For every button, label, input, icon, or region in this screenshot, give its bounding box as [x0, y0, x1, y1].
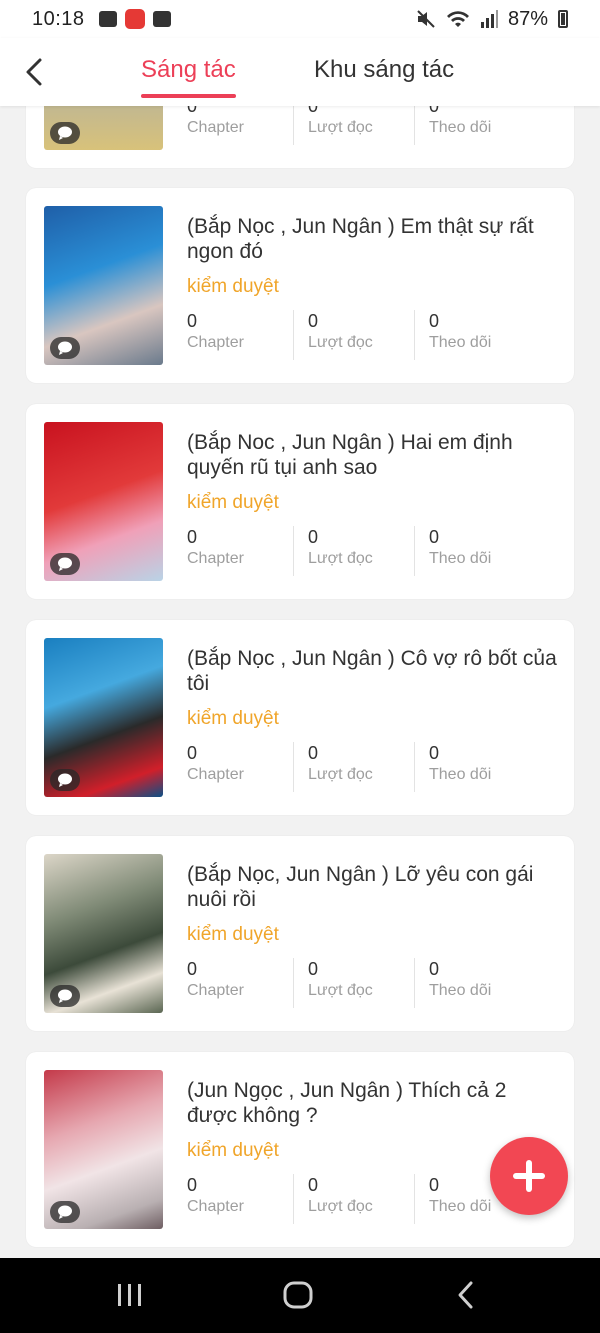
system-nav-bar: [0, 1258, 600, 1333]
plus-icon: [513, 1160, 545, 1192]
read-label: Lượt đọc: [308, 550, 373, 567]
comment-icon: [58, 126, 72, 140]
chapter-count: 0: [187, 1175, 198, 1195]
story-title: (Bắp Nọc, Jun Ngân ) Lỡ yêu con gái nuôi…: [187, 863, 534, 911]
story-card[interactable]: (Bắp Noc , Jun Ngân ) Hai em định quyến …: [26, 404, 574, 599]
story-cover: [44, 422, 163, 581]
battery-percent: 87%: [507, 7, 548, 30]
tab-khu-sang-tac[interactable]: Khu sáng tác: [314, 56, 454, 84]
story-stats: 0 Chapter 0 Lượt đọc 0 Theo dõi: [187, 106, 557, 145]
image-notification-icon: [98, 11, 117, 27]
story-cover: [44, 638, 163, 797]
comment-badge: [50, 553, 80, 575]
read-count: 0: [308, 106, 319, 116]
follow-label: Theo dõi: [429, 119, 492, 136]
story-cover: [44, 1070, 163, 1229]
home-button[interactable]: [282, 1280, 314, 1315]
read-count: 0: [308, 959, 319, 979]
system-back-button[interactable]: [454, 1280, 478, 1315]
chapter-count: 0: [187, 527, 198, 547]
story-cover: [44, 206, 163, 365]
follow-label: Theo dõi: [429, 766, 492, 783]
chapter-label: Chapter: [187, 119, 244, 136]
comment-badge: [50, 985, 80, 1007]
tab-sang-tac[interactable]: Sáng tác: [141, 56, 236, 98]
comment-icon: [58, 989, 72, 1003]
comment-icon: [58, 557, 72, 571]
story-status: kiểm duyệt: [187, 276, 279, 297]
back-arrow-icon: [458, 1281, 473, 1309]
read-count: 0: [308, 527, 319, 547]
signal-icon: [480, 10, 498, 28]
story-stats: 0 Chapter 0 Lượt đọc 0 Theo dõi: [187, 526, 557, 576]
story-title: (Bắp Nọc , Jun Ngân ) Cô vợ rô bốt của t…: [187, 647, 557, 695]
story-card[interactable]: (Bắp Nọc, Jun Ngân ) Lỡ yêu con gái nuôi…: [26, 836, 574, 1031]
story-title: (Jun Ngọc , Jun Ngân ) Thích cả 2 được k…: [187, 1079, 507, 1127]
mute-icon: [417, 10, 435, 28]
comment-badge: [50, 769, 80, 791]
story-card[interactable]: (Bắp Nọc , Jun Ngân ) Em thật sự rất ngo…: [26, 188, 574, 383]
read-count: 0: [308, 743, 319, 763]
comment-badge: [50, 337, 80, 359]
chapter-label: Chapter: [187, 982, 244, 999]
story-stats: 0 Chapter 0 Lượt đọc 0 Theo dõi: [187, 310, 557, 360]
story-card[interactable]: (Bắp Nọc , Jun Ngân ) Cô vợ rô bốt của t…: [26, 620, 574, 815]
status-time: 10:18: [32, 7, 85, 30]
read-label: Lượt đọc: [308, 982, 373, 999]
story-stats: 0 Chapter 0 Lượt đọc 0 Theo dõi: [187, 742, 557, 792]
comment-icon: [58, 341, 72, 355]
story-status: kiểm duyệt: [187, 708, 279, 729]
story-card[interactable]: (Jun Ngọc , Jun Ngân ) Thích cả 2 được k…: [26, 1052, 574, 1247]
chapter-count: 0: [187, 959, 198, 979]
mangatoon-notification-icon: [124, 9, 145, 29]
read-label: Lượt đọc: [308, 334, 373, 351]
follow-label: Theo dõi: [429, 982, 492, 999]
comment-icon: [58, 1205, 72, 1219]
read-count: 0: [308, 311, 319, 331]
battery-icon: [558, 10, 568, 28]
read-label: Lượt đọc: [308, 119, 373, 136]
back-button[interactable]: [20, 54, 52, 90]
read-label: Lượt đọc: [308, 766, 373, 783]
read-count: 0: [308, 1175, 319, 1195]
status-bar: 10:18 87%: [0, 0, 600, 38]
follow-count: 0: [429, 527, 440, 547]
comment-badge: [50, 1201, 80, 1223]
follow-count: 0: [429, 959, 440, 979]
story-card-partial[interactable]: 0 Chapter 0 Lượt đọc 0 Theo dõi: [26, 106, 574, 168]
story-status: kiểm duyệt: [187, 492, 279, 513]
follow-count: 0: [429, 743, 440, 763]
story-list[interactable]: 0 Chapter 0 Lượt đọc 0 Theo dõi (Bắp Nọc , …: [0, 106, 600, 1258]
chapter-label: Chapter: [187, 550, 244, 567]
follow-count: 0: [429, 311, 440, 331]
chevron-left-icon: [26, 58, 42, 86]
app-header: Sáng tác Khu sáng tác: [0, 38, 600, 106]
read-label: Lượt đọc: [308, 1198, 373, 1215]
comment-badge: [50, 122, 80, 144]
chapter-label: Chapter: [187, 1198, 244, 1215]
home-icon: [283, 1281, 313, 1309]
add-story-button[interactable]: [490, 1137, 568, 1215]
story-title: (Bắp Noc , Jun Ngân ) Hai em định quyến …: [187, 431, 513, 479]
chapter-count: 0: [187, 106, 198, 116]
wifi-icon: [446, 11, 469, 27]
chapter-label: Chapter: [187, 334, 244, 351]
story-title: (Bắp Nọc , Jun Ngân ) Em thật sự rất ngo…: [187, 215, 534, 263]
story-cover: [44, 854, 163, 1013]
check-notification-icon: [152, 11, 171, 27]
story-stats: 0 Chapter 0 Lượt đọc 0 Theo dõi: [187, 958, 557, 1008]
recent-apps-icon: [118, 1284, 141, 1306]
follow-count: 0: [429, 106, 440, 116]
recent-apps-button[interactable]: [116, 1280, 144, 1315]
chapter-label: Chapter: [187, 766, 244, 783]
follow-label: Theo dõi: [429, 334, 492, 351]
comment-icon: [58, 773, 72, 787]
story-status: kiểm duyệt: [187, 1140, 279, 1161]
chapter-count: 0: [187, 311, 198, 331]
chapter-count: 0: [187, 743, 198, 763]
story-status: kiểm duyệt: [187, 924, 279, 945]
follow-label: Theo dõi: [429, 550, 492, 567]
story-cover: [44, 106, 163, 150]
